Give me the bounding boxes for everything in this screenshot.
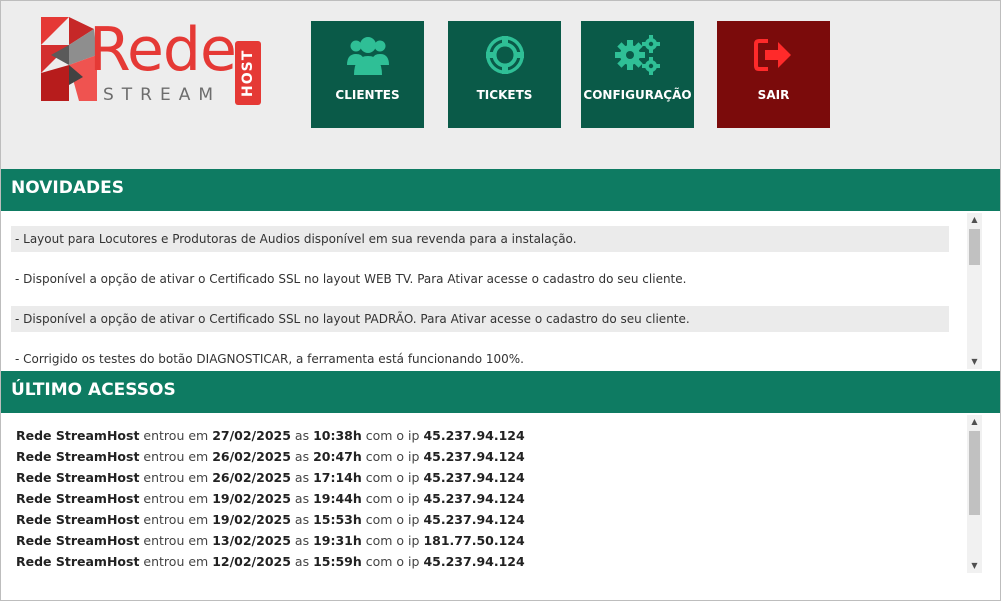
access-t2: as xyxy=(294,470,310,485)
access-t1: entrou em xyxy=(143,491,209,506)
access-ip: 45.237.94.124 xyxy=(423,491,525,506)
access-date: 19/02/2025 xyxy=(212,512,291,527)
news-item: - Disponível a opção de ativar o Certifi… xyxy=(15,272,687,286)
arrow-down-icon[interactable]: ▼ xyxy=(967,355,982,369)
news-item: - Disponível a opção de ativar o Certifi… xyxy=(11,306,949,332)
clientes-button[interactable]: CLIENTES xyxy=(311,21,424,128)
ultimo-acessos-title: ÚLTIMO ACESSOS xyxy=(11,380,176,400)
logo-host-tag: HOST xyxy=(235,41,261,105)
header: Rede STREAM HOST CLIENTES TICKETS CONFIG… xyxy=(1,1,1000,169)
access-user: Rede StreamHost xyxy=(16,512,140,527)
acessos-scrollbar[interactable]: ▲ ▼ xyxy=(967,415,982,573)
access-date: 12/02/2025 xyxy=(212,554,291,569)
sair-button[interactable]: SAIR xyxy=(717,21,830,128)
access-t1: entrou em xyxy=(143,554,209,569)
access-t3: com o ip xyxy=(365,491,420,506)
access-time: 15:53h xyxy=(313,512,362,527)
access-date: 13/02/2025 xyxy=(212,533,291,548)
tickets-button[interactable]: TICKETS xyxy=(448,21,561,128)
configuracao-button[interactable]: CONFIGURAÇÃO xyxy=(581,21,694,128)
access-date: 26/02/2025 xyxy=(212,449,291,464)
access-t1: entrou em xyxy=(143,512,209,527)
access-user: Rede StreamHost xyxy=(16,449,140,464)
ultimo-acessos-panel: Rede StreamHost entrou em 27/02/2025 as … xyxy=(1,413,1000,578)
novidades-panel: - Layout para Locutores e Produtoras de … xyxy=(1,211,1000,371)
access-ip: 45.237.94.124 xyxy=(423,449,525,464)
arrow-up-icon[interactable]: ▲ xyxy=(967,213,982,227)
access-date: 27/02/2025 xyxy=(212,428,291,443)
access-t3: com o ip xyxy=(365,533,420,548)
access-ip: 45.237.94.124 xyxy=(423,554,525,569)
access-time: 20:47h xyxy=(313,449,362,464)
access-ip: 181.77.50.124 xyxy=(423,533,525,548)
access-user: Rede StreamHost xyxy=(16,428,140,443)
access-ip: 45.237.94.124 xyxy=(423,470,525,485)
logo[interactable]: Rede STREAM HOST xyxy=(39,15,269,110)
access-time: 15:59h xyxy=(313,554,362,569)
sair-label: SAIR xyxy=(757,88,790,102)
scroll-thumb[interactable] xyxy=(969,431,980,515)
access-t1: entrou em xyxy=(143,533,209,548)
access-time: 19:31h xyxy=(313,533,362,548)
logo-subtitle: STREAM xyxy=(103,85,222,105)
access-time: 10:38h xyxy=(313,428,362,443)
access-t1: entrou em xyxy=(143,449,209,464)
news-item: - Corrigido os testes do botão DIAGNOSTI… xyxy=(15,352,524,366)
logo-wordmark: Rede xyxy=(89,15,237,85)
access-t2: as xyxy=(294,491,310,506)
users-icon xyxy=(311,33,424,77)
novidades-scrollbar[interactable]: ▲ ▼ xyxy=(967,213,982,369)
access-date: 19/02/2025 xyxy=(212,491,291,506)
sign-out-icon xyxy=(717,33,830,77)
access-row: Rede StreamHost entrou em 26/02/2025 as … xyxy=(16,449,525,465)
access-row: Rede StreamHost entrou em 12/02/2025 as … xyxy=(16,554,525,570)
arrow-down-icon[interactable]: ▼ xyxy=(967,559,982,573)
novidades-header: NOVIDADES xyxy=(1,169,1000,211)
access-row: Rede StreamHost entrou em 19/02/2025 as … xyxy=(16,512,525,528)
access-t2: as xyxy=(294,428,310,443)
access-t2: as xyxy=(294,554,310,569)
gears-icon xyxy=(581,33,694,77)
lifebuoy-icon xyxy=(448,33,561,77)
access-t2: as xyxy=(294,533,310,548)
access-row: Rede StreamHost entrou em 19/02/2025 as … xyxy=(16,491,525,507)
access-date: 26/02/2025 xyxy=(212,470,291,485)
access-t3: com o ip xyxy=(365,554,420,569)
access-user: Rede StreamHost xyxy=(16,533,140,548)
scroll-thumb[interactable] xyxy=(969,229,980,265)
access-row: Rede StreamHost entrou em 26/02/2025 as … xyxy=(16,470,525,486)
configuracao-label: CONFIGURAÇÃO xyxy=(583,88,692,102)
access-t2: as xyxy=(294,512,310,527)
access-t3: com o ip xyxy=(365,449,420,464)
access-row: Rede StreamHost entrou em 27/02/2025 as … xyxy=(16,428,525,444)
app-frame: Rede STREAM HOST CLIENTES TICKETS CONFIG… xyxy=(0,0,1001,601)
access-t3: com o ip xyxy=(365,512,420,527)
access-user: Rede StreamHost xyxy=(16,491,140,506)
access-time: 17:14h xyxy=(313,470,362,485)
access-t2: as xyxy=(294,449,310,464)
access-ip: 45.237.94.124 xyxy=(423,512,525,527)
access-time: 19:44h xyxy=(313,491,362,506)
access-t3: com o ip xyxy=(365,470,420,485)
access-ip: 45.237.94.124 xyxy=(423,428,525,443)
access-user: Rede StreamHost xyxy=(16,470,140,485)
clientes-label: CLIENTES xyxy=(335,88,400,102)
tickets-label: TICKETS xyxy=(476,88,533,102)
novidades-title: NOVIDADES xyxy=(11,178,124,198)
access-t1: entrou em xyxy=(143,428,209,443)
news-item: - Layout para Locutores e Produtoras de … xyxy=(11,226,949,252)
access-t1: entrou em xyxy=(143,470,209,485)
ultimo-acessos-header: ÚLTIMO ACESSOS xyxy=(1,371,1000,413)
arrow-up-icon[interactable]: ▲ xyxy=(967,415,982,429)
access-t3: com o ip xyxy=(365,428,420,443)
access-user: Rede StreamHost xyxy=(16,554,140,569)
access-row: Rede StreamHost entrou em 13/02/2025 as … xyxy=(16,533,525,549)
